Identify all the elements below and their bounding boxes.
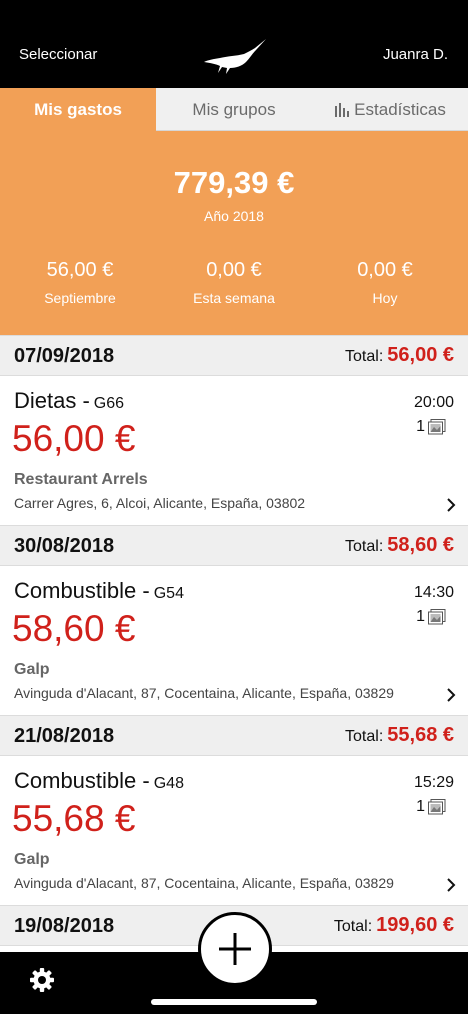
stat-week: 0,00 € Esta semana <box>193 259 275 306</box>
day-header: 21/08/2018 Total: 55,68 € <box>0 715 468 756</box>
chevron-right-icon <box>447 688 456 702</box>
expense-amount: 56,00 € <box>12 418 136 459</box>
bird-logo-icon <box>204 39 266 74</box>
add-expense-button[interactable] <box>198 912 272 986</box>
gear-icon[interactable] <box>28 966 56 994</box>
chevron-right-icon <box>447 498 456 512</box>
select-button[interactable]: Seleccionar <box>19 46 97 63</box>
user-name[interactable]: Juanra D. <box>383 46 448 63</box>
expense-time: 14:30 <box>413 584 454 601</box>
day-total: 58,60 € <box>387 534 454 556</box>
tab-bar: Mis gastos Mis grupos Estadísticas <box>0 88 468 132</box>
expense-address: Avinguda d'Alacant, 87, Cocentaina, Alic… <box>14 875 394 891</box>
expense-address: Avinguda d'Alacant, 87, Cocentaina, Alic… <box>14 685 394 701</box>
photo-icon <box>428 419 446 435</box>
expense-amount: 55,68 € <box>12 798 136 839</box>
year-total: 779,39 € <box>173 165 295 200</box>
expense-item[interactable]: Combustible - G48 55,68 € 15:29 1 Galp Av… <box>0 756 468 905</box>
photo-icon <box>428 799 446 815</box>
day-total: 55,68 € <box>387 724 454 746</box>
expense-item[interactable]: Combustible - G54 58,60 € 14:30 1 Galp Av… <box>0 566 468 715</box>
expense-item[interactable]: Dietas - G66 56,00 € 20:00 1 Restaurant A… <box>0 376 468 525</box>
expense-place: Galp <box>14 851 50 868</box>
bar-chart-icon <box>335 102 350 117</box>
expense-amount: 58,60 € <box>12 608 136 649</box>
expense-time: 20:00 <box>413 394 454 411</box>
expense-place: Restaurant Arrels <box>14 471 148 488</box>
plus-icon <box>219 933 251 965</box>
expense-place: Galp <box>14 661 50 678</box>
day-total: 199,60 € <box>376 914 454 936</box>
year-label: Año 2018 <box>204 208 264 224</box>
tab-estadisticas[interactable]: Estadísticas <box>312 88 468 131</box>
tab-mis-grupos[interactable]: Mis grupos <box>156 88 312 131</box>
day-header: 07/09/2018 Total: 56,00 € <box>0 335 468 376</box>
home-indicator <box>151 999 317 1005</box>
day-header: 30/08/2018 Total: 58,60 € <box>0 525 468 566</box>
attachment-count: 1 <box>416 798 446 816</box>
day-total: 56,00 € <box>387 344 454 366</box>
stat-month: 56,00 € Septiembre <box>44 259 116 306</box>
chevron-right-icon <box>447 878 456 892</box>
stat-today: 0,00 € Hoy <box>357 259 413 306</box>
attachment-count: 1 <box>416 418 446 436</box>
expense-summary: 779,39 € Año 2018 56,00 € Septiembre 0,0… <box>0 131 468 335</box>
expense-time: 15:29 <box>413 774 454 791</box>
photo-icon <box>428 609 446 625</box>
expense-address: Carrer Agres, 6, Alcoi, Alicante, España… <box>14 495 306 511</box>
tab-mis-gastos[interactable]: Mis gastos <box>0 88 156 132</box>
top-navigation-bar: Seleccionar Juanra D. <box>0 0 468 88</box>
expense-list[interactable]: 07/09/2018 Total: 56,00 € Dietas - G66 56,… <box>0 335 468 952</box>
attachment-count: 1 <box>416 608 446 626</box>
